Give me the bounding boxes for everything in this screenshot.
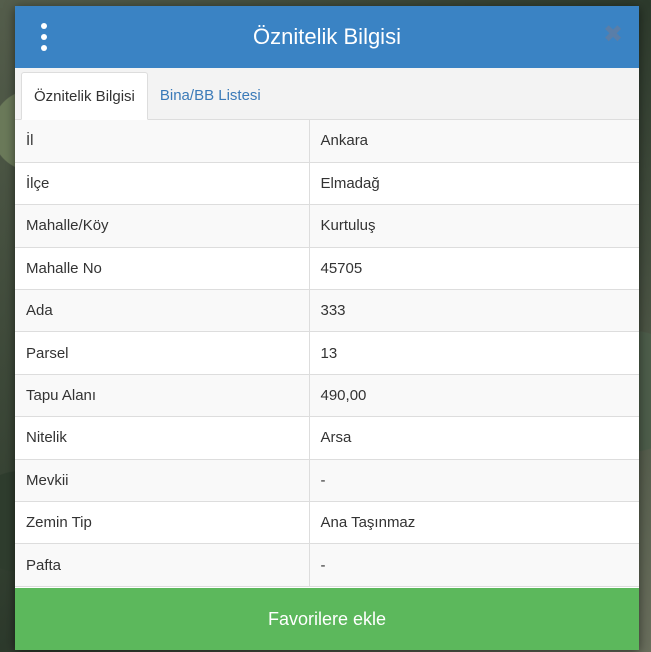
tab-bar: Öznitelik Bilgisi Bina/BB Listesi: [15, 68, 639, 120]
table-row: Nitelik Arsa: [15, 416, 639, 460]
attribute-key: Tapu Alanı: [15, 374, 310, 418]
tab-attribute-info[interactable]: Öznitelik Bilgisi: [21, 72, 148, 120]
attribute-key: Ada: [15, 289, 310, 333]
close-icon[interactable]: ✖: [603, 23, 623, 47]
attribute-key: Nitelik: [15, 416, 310, 460]
table-row: Mahalle/Köy Kurtuluş: [15, 204, 639, 248]
dialog-title: Öznitelik Bilgisi: [253, 24, 401, 49]
attribute-key: Mahalle No: [15, 247, 310, 291]
attribute-value: Elmadağ: [309, 162, 639, 206]
attribute-key: Mahalle/Köy: [15, 204, 310, 248]
attribute-key: Pafta: [15, 543, 310, 587]
attribute-key: Mevkii: [15, 459, 310, 503]
table-row: Zemin Tip Ana Taşınmaz: [15, 501, 639, 545]
more-vertical-icon[interactable]: [37, 23, 51, 51]
table-row: Mahalle No 45705: [15, 247, 639, 291]
attribute-value: -: [309, 543, 639, 587]
table-row: İlçe Elmadağ: [15, 162, 639, 206]
table-row: Ada 333: [15, 289, 639, 333]
attribute-key: İl: [15, 120, 310, 163]
attribute-value: Ankara: [309, 120, 639, 163]
dialog-header: Öznitelik Bilgisi ✖: [15, 6, 639, 68]
table-row: Tapu Alanı 490,00: [15, 374, 639, 418]
attribute-key: İlçe: [15, 162, 310, 206]
table-row: Mevkii -: [15, 459, 639, 503]
attribute-key: Zemin Tip: [15, 501, 310, 545]
attribute-value: Ana Taşınmaz: [309, 501, 639, 545]
attribute-info-dialog: Öznitelik Bilgisi ✖ Öznitelik Bilgisi Bi…: [15, 6, 639, 650]
attribute-value: 45705: [309, 247, 639, 291]
table-row: Pafta -: [15, 543, 639, 587]
tab-building-list[interactable]: Bina/BB Listesi: [148, 71, 273, 119]
attribute-value: Arsa: [309, 416, 639, 460]
add-to-favorites-button[interactable]: Favorilere ekle: [15, 588, 639, 650]
attribute-value: 490,00: [309, 374, 639, 418]
attribute-value: 13: [309, 331, 639, 375]
attribute-value: Kurtuluş: [309, 204, 639, 248]
table-row: İl Ankara: [15, 120, 639, 163]
table-row: Parsel 13: [15, 331, 639, 375]
attribute-value: 333: [309, 289, 639, 333]
attribute-value: -: [309, 459, 639, 503]
attribute-key: Parsel: [15, 331, 310, 375]
attribute-table: İl Ankara İlçe Elmadağ Mahalle/Köy Kurtuluş Ma…: [15, 120, 639, 587]
